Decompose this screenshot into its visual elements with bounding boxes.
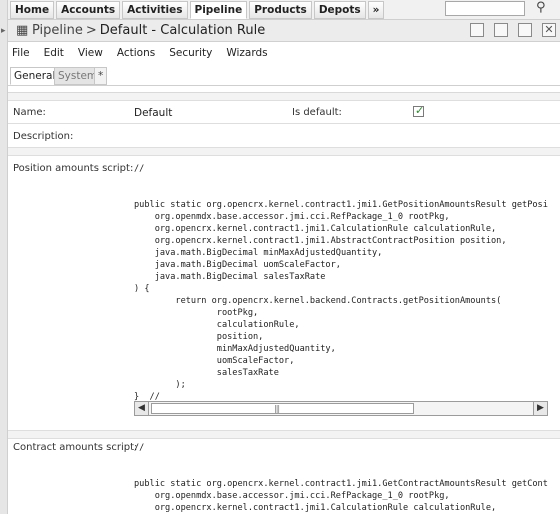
- code-line: ) {: [134, 284, 150, 294]
- nav-tab-accounts[interactable]: Accounts: [56, 1, 121, 19]
- description-label: Description:: [13, 131, 74, 142]
- window-controls: ✕: [470, 23, 556, 37]
- tab-more[interactable]: *: [94, 67, 108, 85]
- code-line: rootPkg,: [134, 308, 259, 318]
- breadcrumb-separator: >: [85, 23, 97, 38]
- menu-view[interactable]: View: [78, 47, 103, 59]
- search-input[interactable]: [445, 1, 525, 16]
- contract-script-label: Contract amounts script:: [13, 442, 138, 453]
- scroll-right-icon[interactable]: ▶: [533, 402, 547, 415]
- position-script-code: // public static org.opencrx.kernel.cont…: [134, 163, 548, 403]
- tab-general[interactable]: General: [10, 67, 60, 85]
- code-line: org.opencrx.kernel.contract1.jmi1.Calcul…: [134, 503, 497, 513]
- form-divider: [8, 431, 560, 439]
- breadcrumb[interactable]: Pipeline: [32, 23, 83, 38]
- code-line: return org.opencrx.kernel.backend.Contra…: [134, 296, 502, 306]
- code-line: calculationRule,: [134, 320, 300, 330]
- contract-script-row: Contract amounts script: // public stati…: [8, 440, 560, 514]
- checkmark-icon: ✓: [415, 104, 425, 117]
- menu-bar: File Edit View Actions Security Wizards: [12, 47, 282, 59]
- name-row: Name: Default Is default: ✓: [8, 102, 560, 124]
- print-icon[interactable]: [518, 23, 532, 37]
- nav-tab-pipeline[interactable]: Pipeline: [189, 1, 248, 19]
- is-default-label: Is default:: [292, 107, 342, 118]
- nav-tab-activities[interactable]: Activities: [122, 1, 188, 19]
- code-line: position,: [134, 332, 264, 342]
- code-line: java.math.BigDecimal minMaxAdjustedQuant…: [134, 248, 383, 258]
- name-value: Default: [134, 107, 173, 119]
- top-navigation-bar: Home Accounts Activities Pipeline Produc…: [0, 0, 560, 20]
- minimize-icon[interactable]: [470, 23, 484, 37]
- object-tabs: General System *: [8, 64, 560, 86]
- code-line: java.math.BigDecimal uomScaleFactor,: [134, 260, 341, 270]
- nav-tab-more[interactable]: »: [367, 1, 385, 19]
- title-bar: ▦ Pipeline > Default - Calculation Rule ✕: [8, 20, 560, 42]
- form-divider: [8, 148, 560, 156]
- is-default-checkbox[interactable]: ✓: [413, 104, 425, 117]
- code-line: );: [134, 380, 186, 390]
- horizontal-scrollbar[interactable]: ◀ ||| ▶: [134, 401, 548, 416]
- description-row: Description:: [8, 124, 560, 148]
- page-title: Pipeline > Default - Calculation Rule: [32, 23, 265, 38]
- code-line: public static org.opencrx.kernel.contrac…: [134, 479, 548, 489]
- code-line: uomScaleFactor,: [134, 356, 295, 366]
- form-divider: [8, 93, 560, 101]
- expand-arrow-icon[interactable]: ▸: [1, 26, 6, 36]
- search-icon[interactable]: ⚲: [536, 0, 546, 15]
- scrollbar-thumb[interactable]: |||: [151, 403, 414, 414]
- code-line: public static org.opencrx.kernel.contrac…: [134, 200, 548, 210]
- code-line: org.opencrx.kernel.contract1.jmi1.Abstra…: [134, 236, 507, 246]
- menu-actions[interactable]: Actions: [117, 47, 155, 59]
- left-collapse-bar[interactable]: ▸: [0, 0, 8, 514]
- position-script-label: Position amounts script:: [13, 163, 134, 174]
- contract-script-code: // public static org.opencrx.kernel.cont…: [134, 442, 548, 514]
- title-current: Default - Calculation Rule: [99, 23, 266, 38]
- code-line: org.openmdx.base.accessor.jmi.cci.RefPac…: [134, 491, 450, 501]
- code-line: //: [134, 164, 145, 174]
- code-line: minMaxAdjustedQuantity,: [134, 344, 336, 354]
- close-icon[interactable]: ✕: [542, 23, 556, 37]
- code-line: org.openmdx.base.accessor.jmi.cci.RefPac…: [134, 212, 450, 222]
- nav-tabs: Home Accounts Activities Pipeline Produc…: [10, 1, 386, 19]
- document-icon: ▦: [16, 23, 29, 38]
- menu-wizards[interactable]: Wizards: [226, 47, 267, 59]
- menu-edit[interactable]: Edit: [44, 47, 64, 59]
- code-line: //: [134, 443, 145, 453]
- general-form: Name: Default Is default: ✓ Description:…: [8, 92, 560, 514]
- nav-tab-depots[interactable]: Depots: [313, 1, 366, 19]
- description-value: [134, 131, 137, 143]
- grip-icon: |||: [274, 404, 280, 413]
- position-script-row: Position amounts script: // public stati…: [8, 157, 560, 431]
- scroll-left-icon[interactable]: ◀: [135, 402, 149, 415]
- code-line: java.math.BigDecimal salesTaxRate: [134, 272, 326, 282]
- menu-security[interactable]: Security: [169, 47, 212, 59]
- nav-tab-products[interactable]: Products: [249, 1, 312, 19]
- code-line: org.opencrx.kernel.contract1.jmi1.Calcul…: [134, 224, 497, 234]
- nav-tab-home[interactable]: Home: [10, 1, 55, 19]
- code-line: salesTaxRate: [134, 368, 279, 378]
- layout-icon[interactable]: [494, 23, 508, 37]
- name-label: Name:: [13, 107, 46, 118]
- menu-file[interactable]: File: [12, 47, 30, 59]
